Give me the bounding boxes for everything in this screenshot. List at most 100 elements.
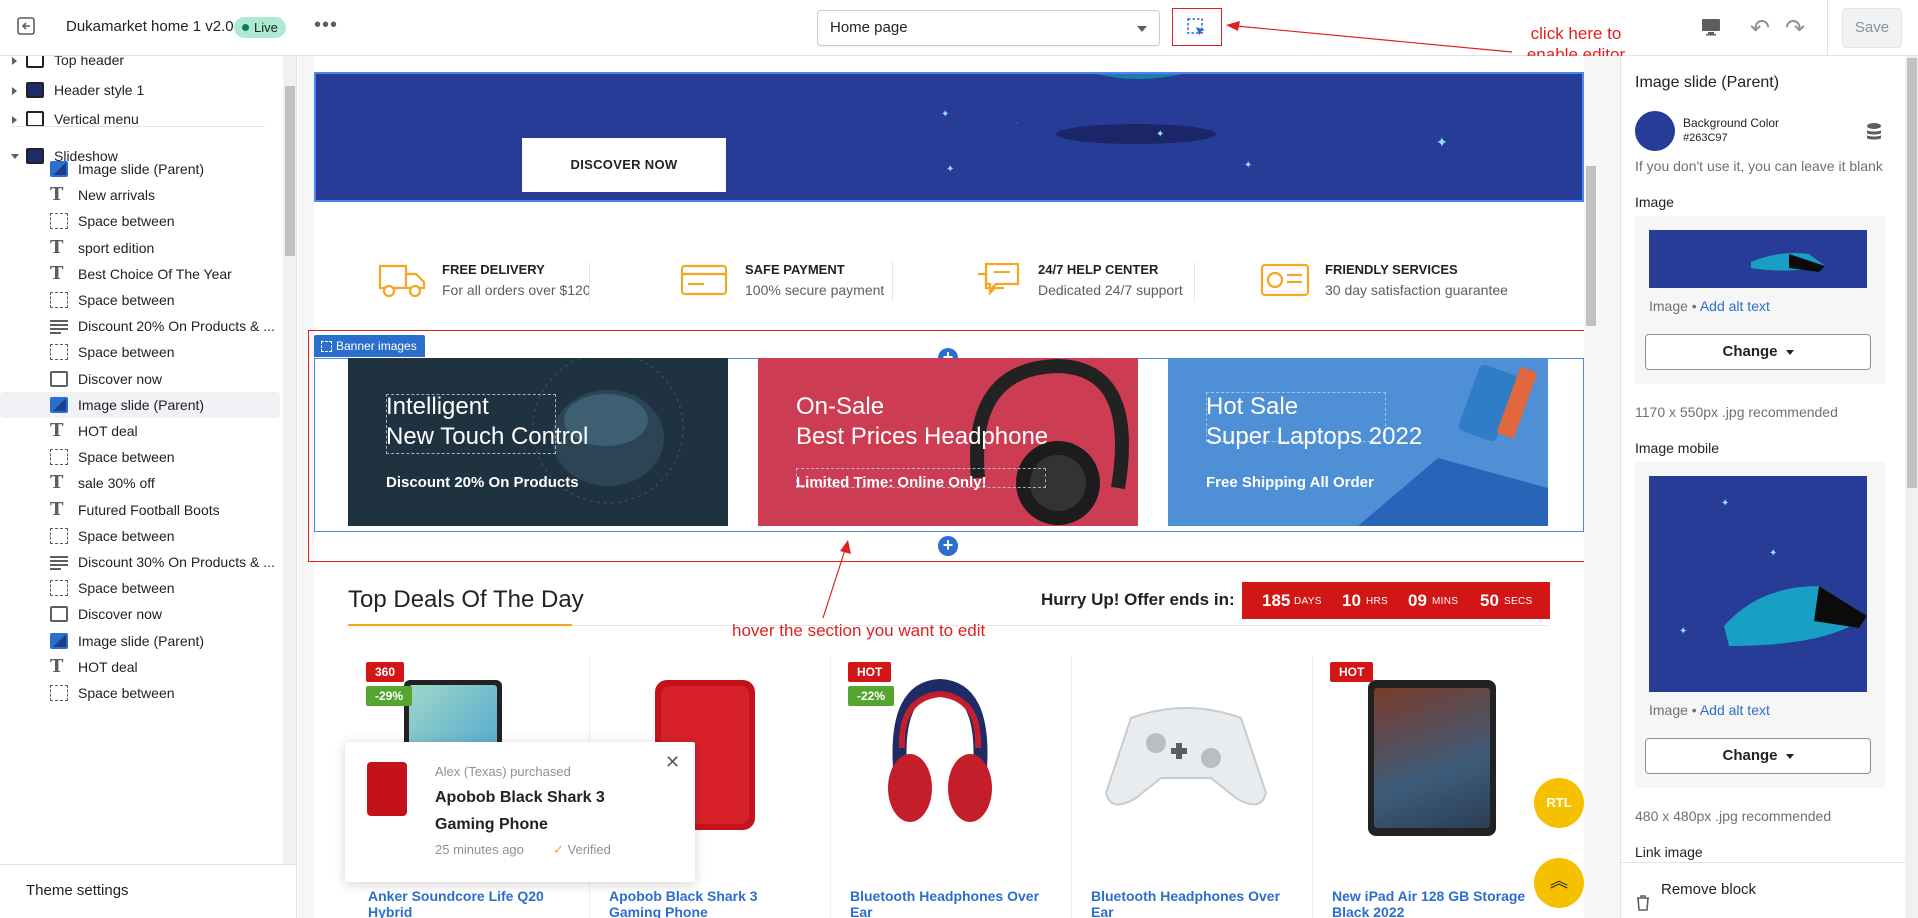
product-name[interactable]: New iPad Air 128 GB Storage Black 2022 (1332, 888, 1532, 918)
block-item[interactable]: Tsale 30% off (0, 470, 280, 496)
live-badge: Live (234, 17, 286, 38)
remove-block-button[interactable]: Remove block (1621, 862, 1905, 918)
feature-divider (589, 262, 590, 302)
remove-block-label: Remove block (1661, 881, 1757, 898)
chevron-right-icon[interactable] (12, 57, 17, 65)
block-label: Space between (78, 344, 175, 361)
block-item[interactable]: Space between (0, 339, 280, 365)
section-top-header[interactable]: Top header (0, 56, 280, 76)
block-item[interactable]: Tsport edition (0, 235, 280, 261)
block-item[interactable]: Discount 20% On Products & ... (0, 313, 280, 339)
mobile-size-note: 480 x 480px .jpg recommended (1635, 808, 1832, 824)
banner-card[interactable]: Hot Sale Super Laptops 2022 Free Shipping… (1168, 358, 1548, 526)
product-image (888, 678, 992, 822)
block-label: HOT deal (78, 423, 138, 439)
block-label: Image slide (Parent) (78, 161, 205, 177)
paragraph-icon (50, 554, 68, 570)
select-cursor-icon (1187, 18, 1205, 36)
section-label: Header style 1 (54, 82, 145, 98)
settings-scrollbar[interactable] (1905, 56, 1918, 918)
block-label: Discount 30% On Products & ... (78, 554, 275, 570)
block-label: sport edition (78, 239, 155, 256)
sidebar-scrollbar[interactable] (283, 56, 296, 876)
chevron-right-icon[interactable] (12, 87, 17, 95)
annotation-hover-section: hover the section you want to edit (732, 621, 986, 640)
slideshow-hero[interactable]: ✦ ✦ ✦ ✦ ✦ DISCOVER NOW (314, 72, 1584, 202)
save-button[interactable]: Save (1842, 8, 1902, 48)
chat-icon (978, 262, 1020, 296)
block-item[interactable]: Discount 30% On Products & ... (0, 549, 280, 575)
dynamic-source-icon[interactable] (1865, 122, 1883, 147)
text-icon: T (50, 236, 64, 258)
rtl-toggle-button[interactable]: RTL (1534, 778, 1584, 828)
block-item[interactable]: Space between (0, 680, 280, 706)
banner-images-tag[interactable]: Banner images (314, 335, 425, 357)
product-thumbnail (367, 762, 407, 816)
image-preview[interactable] (1649, 230, 1867, 288)
banner-card[interactable]: On-Sale Best Prices Headphone Limited Tim… (758, 358, 1138, 526)
banner-card[interactable]: Intelligent New Touch Control Discount 20… (348, 358, 728, 526)
spacer-icon (50, 527, 68, 544)
product-name[interactable]: Anker Soundcore Life Q20 Hybrid (368, 888, 568, 918)
check-circle-icon: ✓ (553, 842, 564, 857)
chevron-right-icon[interactable] (12, 116, 17, 124)
change-image-button[interactable]: Change (1645, 334, 1871, 370)
product-badge: HOT (1330, 662, 1374, 682)
back-to-top-button[interactable]: ︽ (1534, 858, 1584, 908)
block-item[interactable]: Space between (0, 208, 280, 234)
more-actions-icon[interactable]: ••• (314, 14, 338, 37)
block-item[interactable]: Space between (0, 287, 280, 313)
inspector-toggle-button[interactable] (1172, 8, 1222, 46)
feature-title: SAFE PAYMENT (745, 262, 845, 277)
block-item[interactable]: Discover now (0, 601, 280, 627)
banner-subtitle: Discount 20% On Products (386, 474, 579, 491)
add-section-below-icon[interactable]: + (938, 536, 958, 556)
close-icon[interactable]: ✕ (665, 752, 680, 773)
timer-days: 185 (1262, 591, 1291, 610)
block-item[interactable]: T Best Choice Of The Year (0, 261, 280, 287)
image-alt-row: Image • Add alt text (1649, 298, 1770, 314)
background-color-swatch[interactable] (1635, 111, 1675, 151)
preview-scrollbar[interactable] (1584, 56, 1598, 918)
section-header-style-1[interactable]: Header style 1 (0, 74, 280, 106)
block-item[interactable]: Space between (0, 575, 280, 601)
exit-icon[interactable] (16, 16, 38, 38)
text-icon: T (50, 472, 64, 494)
feature-divider (892, 262, 893, 302)
theme-settings-button[interactable]: Theme settings (0, 864, 296, 918)
discover-now-button[interactable]: DISCOVER NOW (522, 138, 726, 192)
banner-title-line1: On-Sale (796, 393, 885, 420)
change-mobile-image-button[interactable]: Change (1645, 738, 1871, 774)
block-label: Space between (78, 580, 175, 597)
block-item[interactable]: Image slide (Parent) (0, 156, 280, 182)
block-item[interactable]: Image slide (Parent) (0, 391, 280, 418)
product-name[interactable]: Bluetooth Headphones Over Ear (850, 888, 1050, 918)
section-vertical-menu[interactable]: Vertical menu (0, 103, 280, 135)
block-item[interactable]: Space between (0, 523, 280, 549)
template-select[interactable]: Home page (817, 10, 1160, 46)
block-item[interactable]: T HOT deal (0, 418, 280, 444)
block-item[interactable]: T New arrivals (0, 182, 280, 208)
block-item[interactable]: Discover now (0, 366, 280, 392)
image-mobile-preview[interactable]: ✦ ✦ ✦ (1649, 476, 1867, 692)
product-card[interactable]: HOT New iPad Air 128 GB Storage Black 20… (1312, 658, 1553, 918)
background-color-label: Background Color (1683, 116, 1780, 130)
undo-icon[interactable]: ↶ (1750, 14, 1770, 43)
block-item[interactable]: Image slide (Parent) (0, 628, 280, 654)
section-icon (26, 82, 44, 98)
product-name[interactable]: Bluetooth Headphones Over Ear (1091, 888, 1291, 918)
add-alt-text-link[interactable]: Add alt text (1700, 298, 1770, 314)
block-item[interactable]: T Futured Football Boots (0, 497, 280, 523)
block-item[interactable]: T HOT deal (0, 654, 280, 680)
desktop-preview-icon[interactable] (1700, 16, 1722, 43)
notification-product[interactable]: Apobob Black Shark 3 Gaming Phone (435, 784, 635, 838)
product-name[interactable]: Apobob Black Shark 3 Gaming Phone (609, 888, 809, 918)
product-card[interactable]: Bluetooth Headphones Over Ear (1071, 658, 1312, 918)
product-card[interactable]: HOT -22% Bluetooth Headphones Over Ear (830, 658, 1071, 918)
block-label: sale 30% off (78, 475, 155, 492)
star-icon: ✦ (1436, 134, 1448, 150)
banner-title-line1: Hot Sale (1206, 393, 1299, 420)
redo-icon[interactable]: ↷ (1785, 14, 1805, 43)
block-item[interactable]: Space between (0, 444, 280, 470)
add-alt-text-link[interactable]: Add alt text (1700, 702, 1770, 718)
